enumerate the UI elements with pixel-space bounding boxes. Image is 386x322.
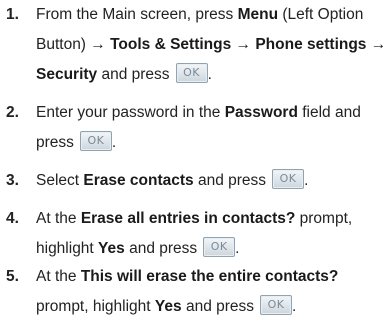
step-line: Button) → Tools & Settings → Phone setti… bbox=[36, 30, 386, 60]
step-line: press OK. bbox=[36, 128, 382, 158]
bold-term: Erase all entries in contacts? bbox=[80, 210, 296, 227]
step-2: 2. Enter your password in the Password f… bbox=[0, 98, 382, 158]
step-line: At the Erase all entries in contacts? pr… bbox=[36, 204, 382, 234]
step-text-run: and press bbox=[97, 66, 170, 83]
step-number: 2. bbox=[6, 104, 19, 121]
step-1: 1. From the Main screen, press Menu (Lef… bbox=[0, 0, 386, 90]
step-line: highlight Yes and press OK. bbox=[36, 234, 382, 264]
instruction-list: 1. From the Main screen, press Menu (Lef… bbox=[0, 0, 386, 322]
ok-key-icon: OK bbox=[175, 62, 208, 83]
bold-term: Erase contacts bbox=[83, 172, 194, 189]
step-number: 1. bbox=[6, 6, 19, 23]
bold-term: Menu bbox=[237, 6, 279, 23]
step-line: At the This will erase the entire contac… bbox=[36, 262, 382, 292]
step-number: 5. bbox=[6, 268, 19, 285]
bold-term: Yes bbox=[154, 298, 182, 315]
bold-term: → Tools & Settings → Phone settings → bbox=[90, 36, 386, 53]
step-text-run: . bbox=[111, 134, 117, 151]
step-text-run: and press bbox=[181, 298, 255, 315]
step-text-run: prompt, highlight bbox=[36, 298, 155, 315]
step-number: 3. bbox=[6, 172, 19, 189]
step-text-run: (Left Option bbox=[278, 6, 364, 23]
bold-term: Security bbox=[36, 66, 98, 83]
step-text-run: . bbox=[207, 66, 212, 83]
step-text-run: field and bbox=[297, 104, 361, 121]
ok-key-icon: OK bbox=[203, 236, 236, 257]
step-text-run: . bbox=[292, 298, 297, 315]
step-text-run: Enter your password in the bbox=[36, 104, 225, 121]
step-line: Select Erase contacts and press OK. bbox=[36, 166, 382, 196]
bold-term: This will erase the entire contacts? bbox=[80, 268, 339, 285]
step-text: At the This will erase the entire contac… bbox=[36, 262, 382, 322]
step-4: 4. At the Erase all entries in contacts?… bbox=[0, 204, 382, 264]
step-text: Select Erase contacts and press OK. bbox=[36, 166, 382, 196]
step-number: 4. bbox=[6, 210, 19, 227]
step-line: prompt, highlight Yes and press OK. bbox=[36, 292, 382, 322]
step-text: At the Erase all entries in contacts? pr… bbox=[36, 204, 382, 264]
step-text-run: . bbox=[304, 172, 309, 189]
step-text-run: and press bbox=[193, 172, 267, 189]
ok-key-icon: OK bbox=[79, 130, 112, 151]
step-text-run: From the Main screen, press bbox=[36, 6, 238, 23]
step-line: Security and press OK. bbox=[36, 60, 382, 90]
bold-term: Password bbox=[224, 104, 298, 121]
step-3: 3. Select Erase contacts and press OK. bbox=[0, 166, 382, 196]
step-text-run: highlight bbox=[36, 240, 99, 257]
step-text-run: prompt, bbox=[295, 210, 353, 227]
step-text: Enter your password in the Password fiel… bbox=[36, 98, 382, 158]
bold-term: Yes bbox=[98, 240, 125, 257]
step-line: Enter your password in the Password fiel… bbox=[36, 98, 382, 128]
step-text: From the Main screen, press Menu (Left O… bbox=[36, 0, 386, 90]
step-text-run: At the bbox=[36, 210, 81, 227]
step-text-run: press bbox=[36, 134, 74, 151]
ok-key-icon: OK bbox=[272, 168, 305, 189]
ok-key-icon: OK bbox=[260, 294, 293, 315]
step-text-run: Select bbox=[36, 172, 84, 189]
step-text-run: Button) bbox=[36, 36, 91, 53]
step-text-run: At the bbox=[36, 268, 81, 285]
step-line: From the Main screen, press Menu (Left O… bbox=[36, 0, 382, 30]
step-text-run: and press bbox=[124, 240, 198, 257]
step-5: 5. At the This will erase the entire con… bbox=[0, 262, 382, 322]
step-text-run: . bbox=[235, 240, 240, 257]
